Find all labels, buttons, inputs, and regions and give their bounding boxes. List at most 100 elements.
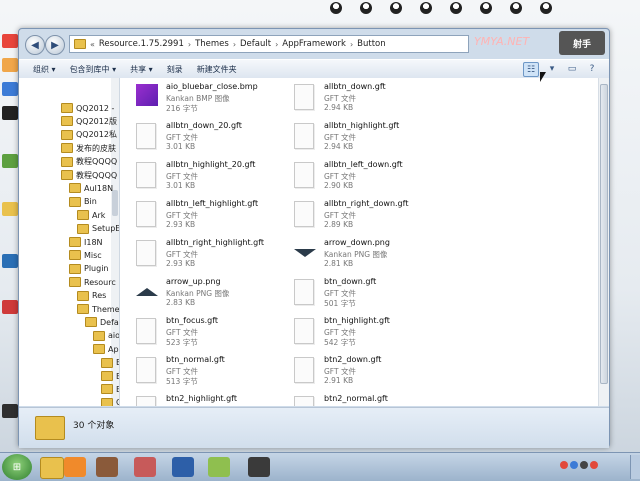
preview-pane-icon[interactable]: ▭ [565,62,579,75]
file-item[interactable]: btn2_highlight.gft GFT 文件 [136,394,296,406]
content-scrollbar[interactable] [598,78,609,406]
taskbar-app-tool[interactable] [134,457,156,477]
nav-folder-item[interactable]: I18N [69,236,103,248]
qq-icon [420,2,432,14]
document-file-icon [294,123,314,149]
nav-folder-item[interactable]: QQ2012 - [61,102,114,114]
desktop-icon[interactable] [2,202,18,216]
back-button[interactable]: ◀ [25,35,45,55]
breadcrumb-item[interactable]: Default [240,39,271,49]
watermark-logo: 射手 [559,31,605,55]
file-thumbnail [136,201,158,227]
include-in-library-button[interactable]: 包含到库中 ▾ [70,64,117,75]
file-item[interactable]: allbtn_left_down.gft GFT 文件 2.90 KB [294,160,454,196]
nav-folder-item[interactable]: 教程QQQQ [61,156,117,168]
nav-folder-item[interactable]: Misc [69,249,102,261]
chevron-down-icon[interactable]: ▾ [545,62,559,75]
burn-button[interactable]: 刻录 [167,64,183,75]
file-item[interactable]: allbtn_right_down.gft GFT 文件 2.89 KB [294,199,454,235]
nav-folder-item[interactable]: Bin [69,196,97,208]
nav-folder-item[interactable]: Res [77,290,106,302]
folder-icon [69,250,81,261]
nav-folder-item[interactable]: Defau [85,316,119,328]
help-icon[interactable]: ? [585,62,599,75]
desktop-icon[interactable] [2,34,18,48]
file-item[interactable]: btn_down.gft GFT 文件 501 字节 [294,277,454,313]
document-file-icon [294,318,314,344]
file-item[interactable]: btn2_down.gft GFT 文件 2.91 KB [294,355,454,391]
taskbar-app-player[interactable] [64,457,86,477]
folder-icon [77,304,89,314]
file-item[interactable]: arrow_down.png Kankan PNG 图像 2.81 KB [294,238,454,274]
file-item[interactable]: btn_highlight.gft GFT 文件 542 字节 [294,316,454,352]
document-file-icon [136,396,156,406]
folder-icon [61,170,73,180]
file-item[interactable]: allbtn_down.gft GFT 文件 2.94 KB [294,82,454,118]
desktop-icon[interactable] [2,82,18,96]
nav-folder-item[interactable]: 教程QQQQ [61,169,117,181]
show-desktop-button[interactable] [630,455,640,479]
folder-icon [93,330,105,341]
breadcrumb-item[interactable]: Button [357,39,385,49]
nav-folder-item[interactable]: QQ2012版 [61,115,117,127]
new-folder-button[interactable]: 新建文件夹 [197,64,237,75]
folder-icon [101,397,113,406]
organize-button[interactable]: 组织 ▾ [33,64,56,75]
desktop-icon[interactable] [2,300,18,314]
bitmap-file-icon [136,84,158,106]
desktop-icon[interactable] [2,154,18,168]
desktop-icon[interactable] [2,404,18,418]
nav-folder-item[interactable]: Theme [77,303,119,315]
file-item[interactable]: btn2_normal.gft GFT 文件 [294,394,454,406]
desktop-icon[interactable] [2,254,18,268]
desktop-icon[interactable] [2,106,18,120]
taskbar-app-camera[interactable] [248,457,270,477]
share-button[interactable]: 共享 ▾ [130,64,153,75]
file-item[interactable]: arrow_up.png Kankan PNG 图像 2.83 KB [136,277,296,313]
breadcrumb-item[interactable]: AppFramework [282,39,346,49]
file-item[interactable]: btn_focus.gft GFT 文件 523 字节 [136,316,296,352]
file-thumbnail [294,162,316,188]
document-file-icon [136,318,156,344]
breadcrumb-item[interactable]: Themes [195,39,229,49]
file-item[interactable]: allbtn_highlight_20.gft GFT 文件 3.01 KB [136,160,296,196]
taskbar-app-word[interactable] [172,457,194,477]
nav-folder-item[interactable]: QQ2012私 [61,129,117,141]
tray-icon[interactable] [580,461,588,469]
file-item[interactable]: aio_bluebar_close.bmp Kankan BMP 图像 216 字节 [136,82,296,118]
tray-icon[interactable] [560,461,568,469]
address-bar[interactable]: « Resource.1.75.2991 › Themes › Default … [69,35,469,53]
file-item[interactable]: allbtn_left_highlight.gft GFT 文件 2.93 KB [136,199,296,235]
nav-folder-item[interactable]: B [101,370,119,382]
nav-folder-item[interactable]: App [93,343,119,355]
file-thumbnail [294,84,316,110]
file-item[interactable]: allbtn_down_20.gft GFT 文件 3.01 KB [136,121,296,157]
content-scrollbar-thumb[interactable] [600,84,608,384]
file-item[interactable]: allbtn_right_highlight.gft GFT 文件 2.93 KB [136,238,296,274]
view-options-icon[interactable]: ☷ [523,62,539,77]
taskbar-app-notes[interactable] [208,457,230,477]
file-item[interactable]: btn_normal.gft GFT 文件 513 字节 [136,355,296,391]
forward-button[interactable]: ▶ [45,35,65,55]
breadcrumb-item[interactable]: Resource.1.75.2991 [99,39,184,49]
nav-folder-item[interactable]: 发布的皮肤 [61,142,116,154]
file-item[interactable]: allbtn_highlight.gft GFT 文件 2.94 KB [294,121,454,157]
nav-folder-item[interactable]: aio [93,330,119,342]
nav-folder-item[interactable]: Resourc [69,276,116,288]
nav-folder-item[interactable]: B [101,357,119,369]
folder-icon [61,129,73,140]
system-tray [560,461,598,469]
nav-folder-item[interactable]: SetupE [77,223,119,235]
taskbar-app-archive[interactable] [96,457,118,477]
nav-folder-item[interactable]: AuI18N [69,182,113,194]
desktop-icon[interactable] [2,58,18,72]
taskbar-app-explorer[interactable] [40,457,64,479]
nav-folder-item[interactable]: C [101,397,119,406]
start-button[interactable]: ⊞ [2,454,32,480]
nav-folder-item[interactable]: B [101,383,119,395]
tray-icon[interactable] [590,461,598,469]
tray-icon[interactable] [570,461,578,469]
nav-folder-item[interactable]: Ark [77,209,105,221]
qq-icon [480,2,492,14]
nav-folder-item[interactable]: Plugin [69,263,109,275]
